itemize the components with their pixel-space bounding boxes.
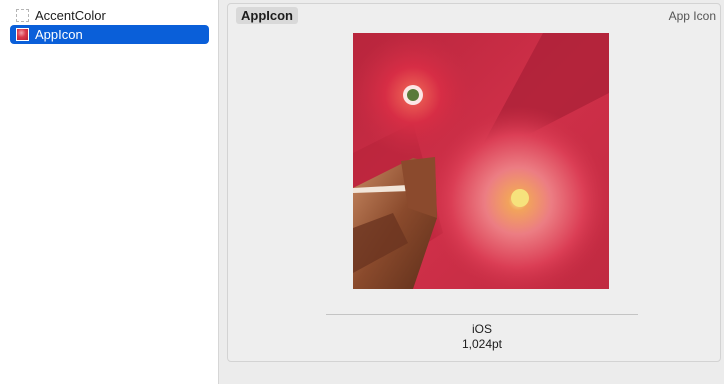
app-icon-slot[interactable]: [353, 33, 609, 289]
slot-size-label: 1,024pt: [461, 337, 503, 351]
asset-set-name[interactable]: AppIcon: [236, 7, 298, 24]
app-icon-image: [353, 33, 609, 289]
asset-item-accentcolor[interactable]: AccentColor: [10, 6, 209, 25]
asset-detail-panel: AppIcon App Icon iOS 1,024pt: [220, 0, 724, 384]
asset-set-type: App Icon: [668, 9, 716, 23]
slot-platform-label: iOS: [471, 322, 492, 336]
asset-item-label: AppIcon: [35, 27, 83, 42]
asset-set-well: AppIcon App Icon iOS 1,024pt: [227, 3, 721, 362]
asset-item-label: AccentColor: [35, 8, 106, 23]
color-set-icon: [16, 9, 29, 22]
asset-catalog-window: AccentColor AppIcon AppIcon App Icon iOS…: [0, 0, 724, 384]
app-icon-thumbnail-icon: [16, 28, 29, 41]
asset-item-appicon[interactable]: AppIcon: [10, 25, 209, 44]
slot-divider: [326, 314, 638, 315]
asset-list-sidebar: AccentColor AppIcon: [0, 0, 219, 384]
